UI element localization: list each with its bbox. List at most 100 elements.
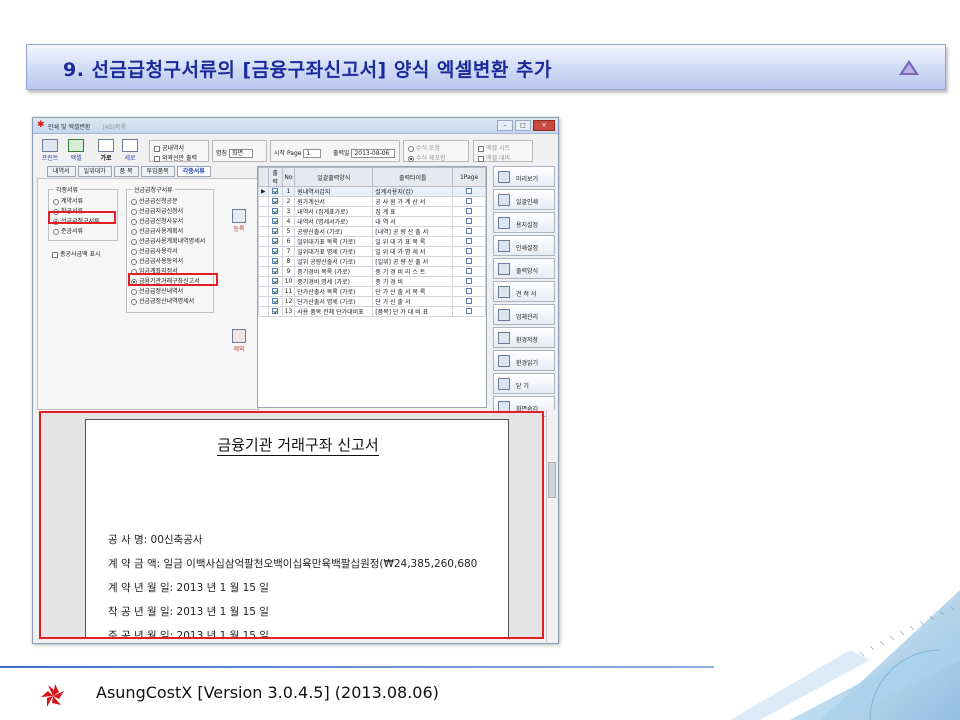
advance-doc-radio[interactable]: 선금급사용계획서 <box>131 226 183 235</box>
portrait-button[interactable]: 세로 <box>119 138 141 164</box>
print-checkbox[interactable] <box>267 226 283 237</box>
table-row[interactable]: 12 단가산출서 명세 (가로) 단 가 산 출 서 <box>258 296 486 307</box>
maximize-button[interactable]: □ <box>515 120 531 131</box>
advance-doc-radio[interactable]: 선금급신청사유서 <box>131 216 183 225</box>
table-row[interactable]: 7 일위대가표 명세 (가로) 일 위 대 가 명 세 서 <box>258 246 486 257</box>
tab-items[interactable]: 품 목 <box>113 166 139 177</box>
row-title[interactable]: [일위] 공 량 산 출 서 <box>372 256 454 267</box>
excel-sheet-checkbox[interactable]: 엑셀 시트 <box>478 143 510 152</box>
tab-unit-cost[interactable]: 일위대가 <box>77 166 112 177</box>
row-title[interactable]: 공 사 원 가 계 산 서 <box>372 196 454 207</box>
row-form[interactable]: 단가산출서 명세 (가로) <box>294 296 374 307</box>
one-page-checkbox[interactable] <box>452 296 486 307</box>
action-button[interactable]: 미리보기 <box>493 166 555 187</box>
action-button[interactable]: 견 적 서 <box>493 281 555 302</box>
print-checkbox[interactable] <box>267 236 283 247</box>
row-form[interactable]: 원내역서갑지 <box>294 186 374 197</box>
remove-button[interactable]: 제외 <box>232 329 246 353</box>
row-form[interactable]: 원가계산서 <box>294 196 374 207</box>
row-title[interactable]: 일 위 대 가 표 목 록 <box>372 236 454 247</box>
row-form[interactable]: 중기경비 명세 (가로) <box>294 276 374 287</box>
print-checkbox[interactable] <box>267 216 283 227</box>
print-checkbox[interactable] <box>267 296 283 307</box>
register-button[interactable]: 등록 <box>232 209 246 233</box>
table-row[interactable]: 2 원가계산서 공 사 원 가 계 산 서 <box>258 196 486 207</box>
table-row[interactable]: 11 단가산출서 목록 (가로) 단 가 산 출 서 목 록 <box>258 286 486 297</box>
print-date-picker[interactable]: 2013-08-06 <box>351 149 396 158</box>
row-form[interactable]: 사용 품목 전체 단가대비표 <box>294 306 374 317</box>
row-form[interactable]: 공량산출서 (가로) <box>294 226 374 237</box>
row-form[interactable]: 일위대가표 목록 (가로) <box>294 236 374 247</box>
one-page-checkbox[interactable] <box>452 186 486 197</box>
row-title[interactable]: 단 가 산 출 서 목 록 <box>372 286 454 297</box>
start-page-stepper[interactable]: 1 <box>303 149 322 158</box>
scrollbar-thumb[interactable] <box>548 462 556 498</box>
outline-only-checkbox[interactable]: 외곽선만 출력 <box>154 153 197 162</box>
one-page-checkbox[interactable] <box>452 216 486 227</box>
advance-doc-radio[interactable]: 선금급정산내역명세서 <box>131 296 194 305</box>
minimize-button[interactable]: – <box>497 120 513 131</box>
one-page-checkbox[interactable] <box>452 256 486 267</box>
action-button[interactable]: 출력양식 <box>493 258 555 279</box>
table-row[interactable]: 6 일위대가표 목록 (가로) 일 위 대 가 표 목 록 <box>258 236 486 247</box>
print-checkbox[interactable] <box>267 306 283 317</box>
formula-include-radio[interactable]: 수식 포함 <box>408 143 440 152</box>
one-page-checkbox[interactable] <box>452 226 486 237</box>
row-title[interactable]: 단 가 산 출 서 <box>372 296 454 307</box>
row-title[interactable]: 일 위 대 가 명 세 서 <box>372 246 454 257</box>
preview-scrollbar[interactable] <box>546 410 557 642</box>
print-button[interactable]: 프린트 <box>39 138 61 164</box>
row-form[interactable]: 중기경비 목록 (가로) <box>294 266 374 277</box>
print-checkbox[interactable] <box>267 196 283 207</box>
row-form[interactable]: 일위 공량산출서 (가로) <box>294 256 374 267</box>
table-row[interactable]: 3 내역서 (집계표가로) 집 계 표 <box>258 206 486 217</box>
excel-button[interactable]: 엑셀 <box>65 138 87 164</box>
doc-type-radio-complete[interactable]: 준공서류 <box>53 226 83 235</box>
col-title[interactable]: 출력타이틀 <box>372 167 454 187</box>
print-checkbox[interactable] <box>267 256 283 267</box>
tab-statement[interactable]: 내역서 <box>47 166 76 177</box>
action-button[interactable]: 닫 기 <box>493 373 555 394</box>
one-page-checkbox[interactable] <box>452 236 486 247</box>
formula-exclude-radio[interactable]: 수식 제포함 <box>408 153 446 162</box>
advance-doc-radio[interactable]: 선금급사용각서 <box>131 246 178 255</box>
col-1page[interactable]: 1Page <box>452 167 486 187</box>
row-title[interactable]: [내역] 공 량 산 출 서 <box>372 226 454 237</box>
row-form[interactable]: 내역서 (집계표가로) <box>294 206 374 217</box>
excel-compare-checkbox[interactable]: 엑셀 대비 <box>478 153 510 162</box>
one-page-checkbox[interactable] <box>452 206 486 217</box>
table-row[interactable]: 10 중기경비 명세 (가로) 중 기 경 비 <box>258 276 486 287</box>
action-button[interactable]: 용지설정 <box>493 212 555 233</box>
advance-doc-radio[interactable]: 선금급정산내역서 <box>131 286 183 295</box>
table-row[interactable]: 4 내역서 (명세서가로) 내 역 서 <box>258 216 486 227</box>
action-button[interactable]: 일괄인쇄 <box>493 189 555 210</box>
print-checkbox[interactable] <box>267 266 283 277</box>
one-page-checkbox[interactable] <box>452 266 486 277</box>
row-title[interactable]: 중 기 경 비 리 스 트 <box>372 266 454 277</box>
table-row[interactable]: 9 중기경비 목록 (가로) 중 기 경 비 리 스 트 <box>258 266 486 277</box>
one-page-checkbox[interactable] <box>452 286 486 297</box>
collapse-triangle-icon[interactable] <box>899 60 919 75</box>
tab-documents[interactable]: 각종서류 <box>176 166 211 177</box>
row-form[interactable]: 일위대가표 명세 (가로) <box>294 246 374 257</box>
col-print[interactable]: 출력 <box>267 167 283 187</box>
doc-type-radio-contract[interactable]: 계약서류 <box>53 196 83 205</box>
copies-select[interactable]: 화면 <box>228 149 253 158</box>
advance-doc-radio[interactable]: 선금급지급신청서 <box>131 206 183 215</box>
row-title[interactable]: 집 계 표 <box>372 206 454 217</box>
row-form[interactable]: 단가산출서 목록 (가로) <box>294 286 374 297</box>
action-button[interactable]: 환경읽기 <box>493 350 555 371</box>
table-row[interactable]: 8 일위 공량산출서 (가로) [일위] 공 량 산 출 서 <box>258 256 486 267</box>
one-page-checkbox[interactable] <box>452 196 486 207</box>
row-title[interactable]: 내 역 서 <box>372 216 454 227</box>
row-form[interactable]: 내역서 (명세서가로) <box>294 216 374 227</box>
row-title[interactable]: 중 기 경 비 <box>372 276 454 287</box>
print-checkbox[interactable] <box>267 286 283 297</box>
advance-doc-radio[interactable]: 선금급사용계획내역명세서 <box>131 236 205 245</box>
window-titlebar[interactable]: ✱ 인쇄 및 엑셀변환 (AS)목록 – □ ✕ <box>33 118 558 134</box>
action-button[interactable]: 업체관리 <box>493 304 555 325</box>
row-title[interactable]: [품목] 단 가 대 비 표 <box>372 306 454 317</box>
close-button[interactable]: ✕ <box>533 120 555 131</box>
print-checkbox[interactable] <box>267 276 283 287</box>
advance-doc-radio[interactable]: 선금급사용동의서 <box>131 256 183 265</box>
